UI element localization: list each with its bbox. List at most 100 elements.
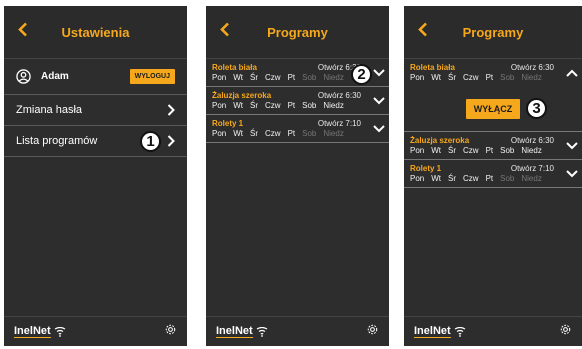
day-label: Niedz bbox=[521, 73, 542, 82]
day-label: Czw bbox=[463, 146, 479, 155]
logout-button[interactable]: WYLOGUJ bbox=[129, 69, 175, 84]
inelnet-logo: InelNet bbox=[216, 324, 268, 338]
chevron-left-icon bbox=[418, 22, 427, 37]
day-label: Pt bbox=[485, 73, 494, 82]
program-time: Otwórz 7:10 bbox=[510, 164, 554, 173]
expand-button[interactable] bbox=[566, 165, 578, 183]
chevron-down-icon bbox=[566, 141, 578, 149]
footer: InelNet bbox=[4, 316, 187, 346]
back-button[interactable] bbox=[18, 22, 28, 42]
day-label: Niedz bbox=[323, 101, 344, 110]
gear-icon bbox=[560, 324, 571, 334]
change-password-item[interactable]: Zmiana hasła bbox=[4, 95, 187, 126]
program-time: Otwórz 6:30 bbox=[510, 63, 554, 72]
wifi-icon bbox=[54, 326, 65, 337]
day-label: Pt bbox=[287, 73, 296, 82]
program-item[interactable]: Rolety 1 Otwórz 7:10 Pon Wt Śr Czw Pt Sob Niedz bbox=[404, 160, 582, 188]
header: Ustawienia bbox=[4, 6, 187, 59]
day-label: Niedz bbox=[521, 174, 542, 183]
program-name: Żaluzja szeroka bbox=[212, 91, 272, 100]
day-label: Śr bbox=[448, 73, 457, 82]
day-label: Czw bbox=[463, 174, 479, 183]
program-time: Otwórz 6:30 bbox=[317, 91, 361, 100]
collapse-button[interactable] bbox=[566, 64, 578, 82]
expand-button[interactable] bbox=[373, 120, 385, 138]
day-label: Pon bbox=[410, 73, 425, 82]
day-label: Pon bbox=[212, 129, 227, 138]
program-name: Rolety 1 bbox=[212, 119, 244, 128]
expand-button[interactable] bbox=[566, 137, 578, 155]
step-badge: 2 bbox=[351, 64, 372, 85]
program-item[interactable]: Rolety 1 Otwórz 7:10 Pon Wt Śr Czw Pt Sob Niedz bbox=[206, 115, 389, 143]
day-label: Sob bbox=[302, 129, 317, 138]
program-item[interactable]: Żaluzja szeroka Otwórz 6:30 Pon Wt Śr Czw Pt So… bbox=[206, 87, 389, 115]
program-days: Pon Wt Śr Czw Pt Sob Niedz bbox=[410, 174, 576, 183]
expand-button[interactable] bbox=[373, 92, 385, 110]
day-label: Wt bbox=[233, 129, 244, 138]
day-label: Niedz bbox=[521, 146, 542, 155]
chevron-left-icon bbox=[18, 22, 27, 37]
day-label: Sob bbox=[302, 73, 317, 82]
settings-button[interactable] bbox=[164, 323, 177, 341]
turn-off-button[interactable]: WYŁĄCZ bbox=[465, 98, 521, 119]
settings-button[interactable] bbox=[366, 323, 379, 341]
programs-list-item[interactable]: Lista programów 1 bbox=[4, 126, 187, 157]
program-item[interactable]: Żaluzja szeroka Otwórz 6:30 Pon Wt Śr Czw Pt So… bbox=[404, 132, 582, 160]
settings-button[interactable] bbox=[559, 323, 572, 341]
program-name: Roleta biała bbox=[410, 63, 455, 72]
day-label: Śr bbox=[448, 146, 457, 155]
chevron-left-icon bbox=[220, 22, 229, 37]
day-label: Śr bbox=[250, 73, 259, 82]
program-name: Rolety 1 bbox=[410, 164, 442, 173]
wifi-icon bbox=[454, 326, 465, 337]
day-label: Czw bbox=[265, 129, 281, 138]
day-label: Sob bbox=[500, 73, 515, 82]
user-icon bbox=[16, 69, 31, 84]
program-time: Otwórz 7:10 bbox=[317, 119, 361, 128]
logo-text: InelNet bbox=[216, 324, 253, 338]
program-days: Pon Wt Śr Czw Pt Sob Niedz bbox=[410, 73, 576, 82]
chevron-up-icon bbox=[566, 69, 578, 77]
wifi-icon bbox=[256, 326, 267, 337]
back-button[interactable] bbox=[220, 22, 230, 42]
program-expanded-panel: WYŁĄCZ 3 bbox=[404, 86, 582, 132]
footer: InelNet bbox=[404, 316, 582, 346]
day-label: Pon bbox=[212, 73, 227, 82]
day-label: Czw bbox=[463, 73, 479, 82]
day-label: Pt bbox=[485, 174, 494, 183]
day-label: Sob bbox=[500, 146, 515, 155]
gear-icon bbox=[367, 324, 378, 334]
program-days: Pon Wt Śr Czw Pt Sob Niedz bbox=[212, 101, 383, 110]
header: Programy bbox=[404, 6, 582, 59]
program-name: Roleta biała bbox=[212, 63, 257, 72]
page-title: Programy bbox=[267, 24, 328, 40]
day-label: Pon bbox=[212, 101, 227, 110]
footer: InelNet bbox=[206, 316, 389, 346]
program-item[interactable]: Roleta biała Otwórz 6:30 Pon Wt Śr Czw Pt Sob Ni… bbox=[404, 59, 582, 86]
user-name: Adam bbox=[41, 71, 69, 82]
day-label: Śr bbox=[448, 174, 457, 183]
settings-screen: Ustawienia Adam WYLOGUJ Zmiana hasła Lis… bbox=[4, 6, 187, 346]
chevron-right-icon bbox=[167, 104, 175, 116]
logo-text: InelNet bbox=[414, 324, 451, 338]
step-badge: 3 bbox=[526, 98, 547, 119]
day-label: Wt bbox=[431, 174, 442, 183]
day-label: Czw bbox=[265, 101, 281, 110]
chevron-down-icon bbox=[373, 68, 385, 76]
header: Programy bbox=[206, 6, 389, 59]
inelnet-logo: InelNet bbox=[14, 324, 66, 338]
step-badge: 1 bbox=[140, 131, 161, 152]
expand-button[interactable] bbox=[373, 64, 385, 82]
day-label: Pt bbox=[287, 129, 296, 138]
back-button[interactable] bbox=[418, 22, 428, 42]
day-label: Pt bbox=[287, 101, 296, 110]
chevron-down-icon bbox=[373, 124, 385, 132]
gear-icon bbox=[165, 324, 176, 334]
change-password-label: Zmiana hasła bbox=[16, 104, 83, 116]
logo-text: InelNet bbox=[14, 324, 51, 338]
day-label: Wt bbox=[431, 146, 442, 155]
inelnet-logo: InelNet bbox=[414, 324, 466, 338]
day-label: Wt bbox=[431, 73, 442, 82]
program-name: Żaluzja szeroka bbox=[410, 136, 470, 145]
programs-screen: Programy Roleta biała Otwórz 6:30 Pon Wt Śr C… bbox=[206, 6, 389, 346]
